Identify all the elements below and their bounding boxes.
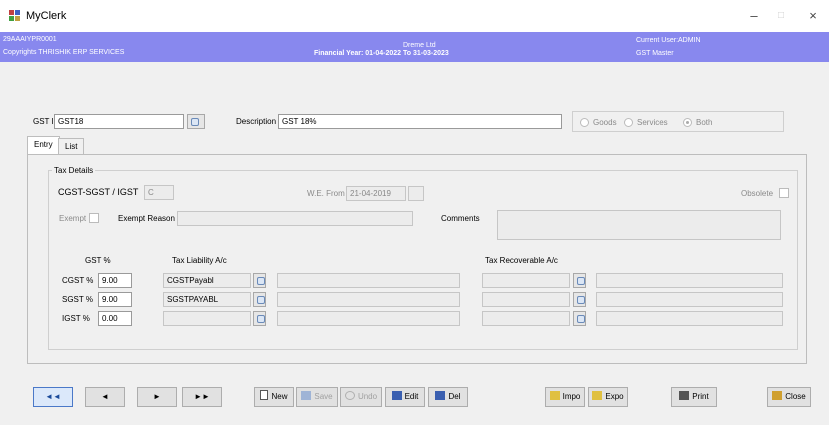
- undo-button-label: Undo: [357, 392, 378, 401]
- exempt-label: Exempt: [59, 214, 87, 223]
- first-record-button[interactable]: ◄◄: [33, 387, 73, 407]
- copyright-text: Copyrights THRISHIK ERP SERVICES: [3, 49, 125, 56]
- export-button[interactable]: Expo: [588, 387, 628, 407]
- sgst-liability-name: [277, 292, 460, 307]
- igst-liability-code[interactable]: [163, 311, 251, 326]
- undo-icon: [344, 391, 355, 400]
- tax-liability-header: Tax Liability A/c: [172, 256, 227, 265]
- sgst-pct-input[interactable]: 9.00: [98, 292, 132, 307]
- edit-button-label: Edit: [404, 392, 419, 401]
- user-code: 29AAAIYPR0001: [3, 36, 57, 43]
- exempt-reason-label: Exempt Reason: [118, 214, 175, 223]
- sgst-recoverable-code[interactable]: [482, 292, 570, 307]
- save-icon: [301, 391, 312, 400]
- export-icon: [592, 391, 603, 400]
- cgst-liability-lookup-icon[interactable]: [253, 273, 266, 288]
- close-button-label: Close: [785, 392, 806, 401]
- info-header: 29AAAIYPR0001 Copyrights THRISHIK ERP SE…: [0, 32, 829, 62]
- comments-input[interactable]: [497, 210, 781, 240]
- edit-icon: [391, 391, 402, 400]
- window-title: MyClerk: [26, 10, 67, 22]
- igst-recoverable-code[interactable]: [482, 311, 570, 326]
- gst-id-input[interactable]: GST18: [54, 114, 184, 129]
- maximize-button[interactable]: □: [768, 6, 794, 26]
- minimize-button[interactable]: –: [741, 6, 767, 26]
- both-label: Both: [696, 118, 713, 127]
- sgst-pct-label: SGST %: [62, 295, 93, 304]
- sgst-liability-lookup-icon[interactable]: [253, 292, 266, 307]
- import-icon: [549, 391, 560, 400]
- comments-label: Comments: [441, 214, 480, 223]
- cgst-pct-label: CGST %: [62, 276, 94, 285]
- print-button[interactable]: Print: [671, 387, 717, 407]
- close-button[interactable]: Close: [767, 387, 811, 407]
- tax-recoverable-header: Tax Recoverable A/c: [485, 256, 558, 265]
- gst-id-lookup-icon[interactable]: [187, 114, 205, 129]
- save-button-label: Save: [314, 392, 333, 401]
- both-radio[interactable]: [683, 118, 692, 127]
- igst-liability-lookup-icon[interactable]: [253, 311, 266, 326]
- save-button[interactable]: Save: [296, 387, 338, 407]
- obsolete-label: Obsolete: [741, 189, 774, 198]
- cgst-pct-input[interactable]: 9.00: [98, 273, 132, 288]
- last-record-button[interactable]: ►►: [182, 387, 222, 407]
- import-button[interactable]: Impo: [545, 387, 585, 407]
- services-label: Services: [637, 118, 668, 127]
- print-button-label: Print: [692, 392, 709, 401]
- export-button-label: Expo: [605, 392, 624, 401]
- undo-button[interactable]: Undo: [340, 387, 382, 407]
- print-icon: [679, 391, 690, 400]
- cgst-liability-name: [277, 273, 460, 288]
- exempt-checkbox[interactable]: [89, 213, 99, 223]
- delete-button[interactable]: Del: [428, 387, 468, 407]
- edit-button[interactable]: Edit: [385, 387, 425, 407]
- import-button-label: Impo: [562, 392, 581, 401]
- financial-year: Financial Year: 01-04-2022 To 31-03-2023: [314, 50, 449, 57]
- tab-list[interactable]: List: [58, 138, 85, 154]
- sgst-recoverable-lookup-icon[interactable]: [573, 292, 586, 307]
- obsolete-checkbox[interactable]: [779, 188, 789, 198]
- title-bar: MyClerk – □ ×: [0, 0, 829, 32]
- cgst-recoverable-name: [596, 273, 783, 288]
- igst-recoverable-lookup-icon[interactable]: [573, 311, 586, 326]
- we-from-date[interactable]: 21-04-2019: [346, 186, 406, 201]
- new-document-icon: [260, 390, 269, 400]
- previous-record-button[interactable]: ◄: [85, 387, 125, 407]
- cgst-recoverable-code[interactable]: [482, 273, 570, 288]
- app-icon: [9, 10, 20, 21]
- exempt-reason-input[interactable]: [177, 211, 413, 226]
- cgst-sgst-igst-label: CGST-SGST / IGST: [58, 187, 139, 197]
- delete-button-label: Del: [448, 392, 461, 401]
- close-door-icon: [772, 391, 783, 400]
- igst-liability-name: [277, 311, 460, 326]
- next-record-button[interactable]: ►: [137, 387, 177, 407]
- cgst-liability-code[interactable]: CGSTPayabl: [163, 273, 251, 288]
- igst-pct-label: IGST %: [62, 314, 90, 323]
- cgst-sgst-igst-select[interactable]: C: [144, 185, 174, 200]
- company-name: Dreme Ltd: [403, 42, 436, 49]
- gst-pct-header: GST %: [85, 256, 111, 265]
- new-button[interactable]: New: [254, 387, 294, 407]
- tab-entry[interactable]: Entry: [27, 136, 60, 154]
- services-radio[interactable]: [624, 118, 633, 127]
- delete-icon: [435, 391, 446, 400]
- goods-radio[interactable]: [580, 118, 589, 127]
- description-label: Description: [236, 117, 277, 126]
- sgst-liability-code[interactable]: SGSTPAYABL: [163, 292, 251, 307]
- cgst-recoverable-lookup-icon[interactable]: [573, 273, 586, 288]
- description-input[interactable]: GST 18%: [278, 114, 562, 129]
- goods-label: Goods: [593, 118, 617, 127]
- sgst-recoverable-name: [596, 292, 783, 307]
- calendar-icon[interactable]: [408, 186, 424, 201]
- current-user: Current User:ADMIN: [636, 37, 701, 44]
- tax-details-title: Tax Details: [52, 166, 96, 175]
- we-from-label: W.E. From: [307, 189, 345, 198]
- igst-pct-input[interactable]: 0.00: [98, 311, 132, 326]
- igst-recoverable-name: [596, 311, 783, 326]
- module-name: GST Master: [636, 50, 674, 57]
- new-button-label: New: [271, 392, 288, 401]
- close-window-button[interactable]: ×: [800, 6, 826, 26]
